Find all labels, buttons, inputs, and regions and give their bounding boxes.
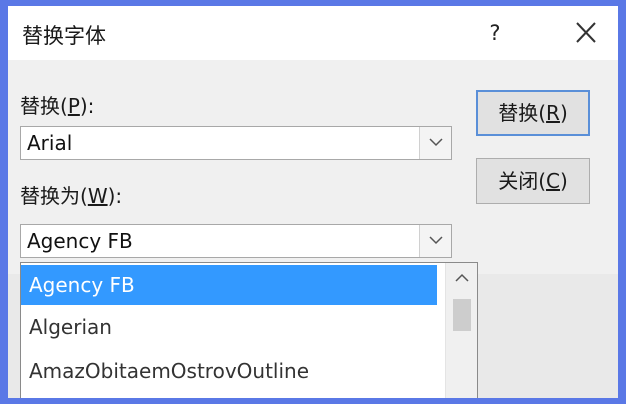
- title-bar: 替换字体 ?: [8, 6, 618, 60]
- replace-with-combobox[interactable]: Agency FB: [20, 224, 452, 258]
- replace-with-dropdown-button[interactable]: [419, 225, 451, 257]
- scroll-thumb[interactable]: [453, 299, 471, 331]
- close-button[interactable]: [568, 16, 604, 50]
- chevron-down-icon: [429, 138, 443, 147]
- font-option-amazobitaemostrovoutline[interactable]: AmazObitaemOstrovOutline: [21, 351, 437, 391]
- replace-font-combobox[interactable]: Arial: [20, 126, 452, 160]
- help-button[interactable]: ?: [480, 16, 510, 50]
- close-dialog-button[interactable]: 关闭(C): [476, 158, 590, 204]
- chevron-down-icon: [429, 236, 443, 245]
- chevron-up-icon: [455, 273, 469, 282]
- font-dropdown-list: Agency FB Algerian AmazObitaemOstrovOutl…: [20, 262, 478, 398]
- font-option-agency-fb[interactable]: Agency FB: [21, 265, 437, 305]
- replace-dropdown-button[interactable]: [419, 127, 451, 159]
- dropdown-scrollbar[interactable]: [445, 263, 477, 398]
- replace-with-label: 替换为(W):: [20, 184, 123, 208]
- replace-font-dialog: 替换字体 ? 替换(P): Arial 替换为(W): Agency FB 替换…: [8, 6, 618, 398]
- replace-button[interactable]: 替换(R): [476, 90, 590, 136]
- replace-font-value: Arial: [27, 131, 73, 155]
- replace-label: 替换(P):: [20, 94, 95, 118]
- replace-with-value: Agency FB: [27, 229, 133, 253]
- scroll-up-button[interactable]: [446, 263, 477, 295]
- close-icon: [576, 22, 596, 43]
- screen-background: 替换字体 ? 替换(P): Arial 替换为(W): Agency FB 替换…: [0, 0, 626, 404]
- font-option-algerian[interactable]: Algerian: [21, 307, 437, 347]
- dialog-title: 替换字体: [22, 24, 106, 48]
